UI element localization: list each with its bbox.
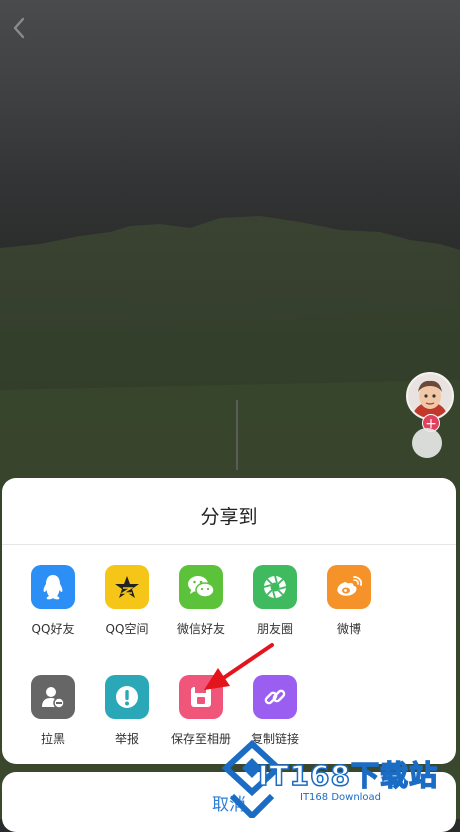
side-action-button[interactable] xyxy=(412,428,442,458)
watermark-logo: IT168下载站 IT168 Download xyxy=(222,738,460,819)
action-report-label: 举报 xyxy=(114,732,139,746)
moments-shutter-icon xyxy=(253,565,297,609)
share-sheet: 分享到 QQ好友 QQ空间 微信好友 朋友圈 微博 拉黑 举报 保存至相册 复制… xyxy=(2,478,456,764)
avatar-face-icon xyxy=(412,380,448,418)
back-button[interactable] xyxy=(8,14,30,42)
avatar[interactable] xyxy=(406,372,454,420)
wechat-icon xyxy=(179,565,223,609)
save-disk-icon xyxy=(179,675,223,719)
qzone-star-icon xyxy=(105,565,149,609)
share-sheet-title: 分享到 xyxy=(200,506,258,528)
share-moments[interactable]: 朋友圈 xyxy=(238,565,312,637)
share-qq-friend-label: QQ好友 xyxy=(31,622,75,636)
action-copy-link[interactable]: 复制链接 xyxy=(238,675,312,747)
divider xyxy=(2,544,456,545)
watermark-title: IT168下载站 xyxy=(257,758,438,793)
report-exclamation-icon xyxy=(105,675,149,719)
share-wechat-friend-label: 微信好友 xyxy=(176,622,225,636)
share-weibo[interactable]: 微博 xyxy=(312,565,386,637)
share-weibo-label: 微博 xyxy=(336,622,361,636)
link-icon xyxy=(253,675,297,719)
action-save-to-album[interactable]: 保存至相册 xyxy=(164,675,238,747)
watermark-subtitle: IT168 Download xyxy=(300,792,382,803)
weibo-icon xyxy=(327,565,371,609)
share-qzone[interactable]: QQ空间 xyxy=(90,565,164,637)
action-blacklist-label: 拉黑 xyxy=(40,732,65,746)
author-avatar-group: + xyxy=(406,372,456,462)
block-user-icon xyxy=(31,675,75,719)
chevron-left-icon xyxy=(13,17,25,39)
action-report[interactable]: 举报 xyxy=(90,675,164,747)
share-wechat-friend[interactable]: 微信好友 xyxy=(164,565,238,637)
share-qzone-label: QQ空间 xyxy=(105,622,149,636)
qq-penguin-icon xyxy=(31,565,75,609)
share-qq-friend[interactable]: QQ好友 xyxy=(16,565,90,637)
action-blacklist[interactable]: 拉黑 xyxy=(16,675,90,747)
share-moments-label: 朋友圈 xyxy=(256,622,293,636)
